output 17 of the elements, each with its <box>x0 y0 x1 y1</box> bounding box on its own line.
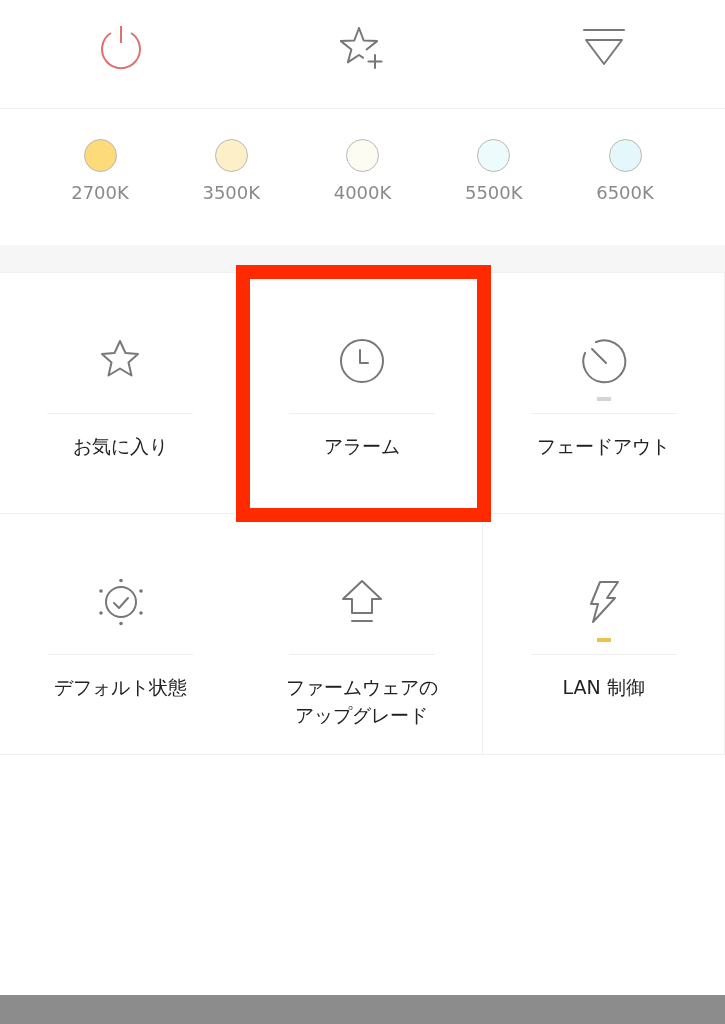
feature-label: お気に入り <box>72 434 168 459</box>
feature-label: ファームウェアのアップグレード <box>285 675 439 728</box>
temperature-label: 2700K <box>71 182 129 203</box>
feature-tile[interactable]: ファームウェアのアップグレード <box>241 514 484 755</box>
feature-tile[interactable]: お気に入り <box>0 273 242 514</box>
feature-tile[interactable]: LAN 制御 <box>483 514 725 755</box>
feature-label: LAN 制御 <box>562 675 645 700</box>
temperature-label: 6500K <box>596 182 654 203</box>
feature-tile[interactable]: デフォルト状態 <box>0 514 242 755</box>
feature-tile[interactable]: フェードアウト <box>483 273 725 514</box>
feature-label: フェードアウト <box>537 434 671 459</box>
feature-label: デフォルト状態 <box>54 675 188 700</box>
temperature-label: 3500K <box>202 182 261 203</box>
temperature-label: 4000K <box>333 182 392 203</box>
feature-tile[interactable]: アラーム <box>241 273 484 514</box>
feature-label: アラーム <box>324 434 401 459</box>
temperature-label: 5500K <box>464 182 523 203</box>
